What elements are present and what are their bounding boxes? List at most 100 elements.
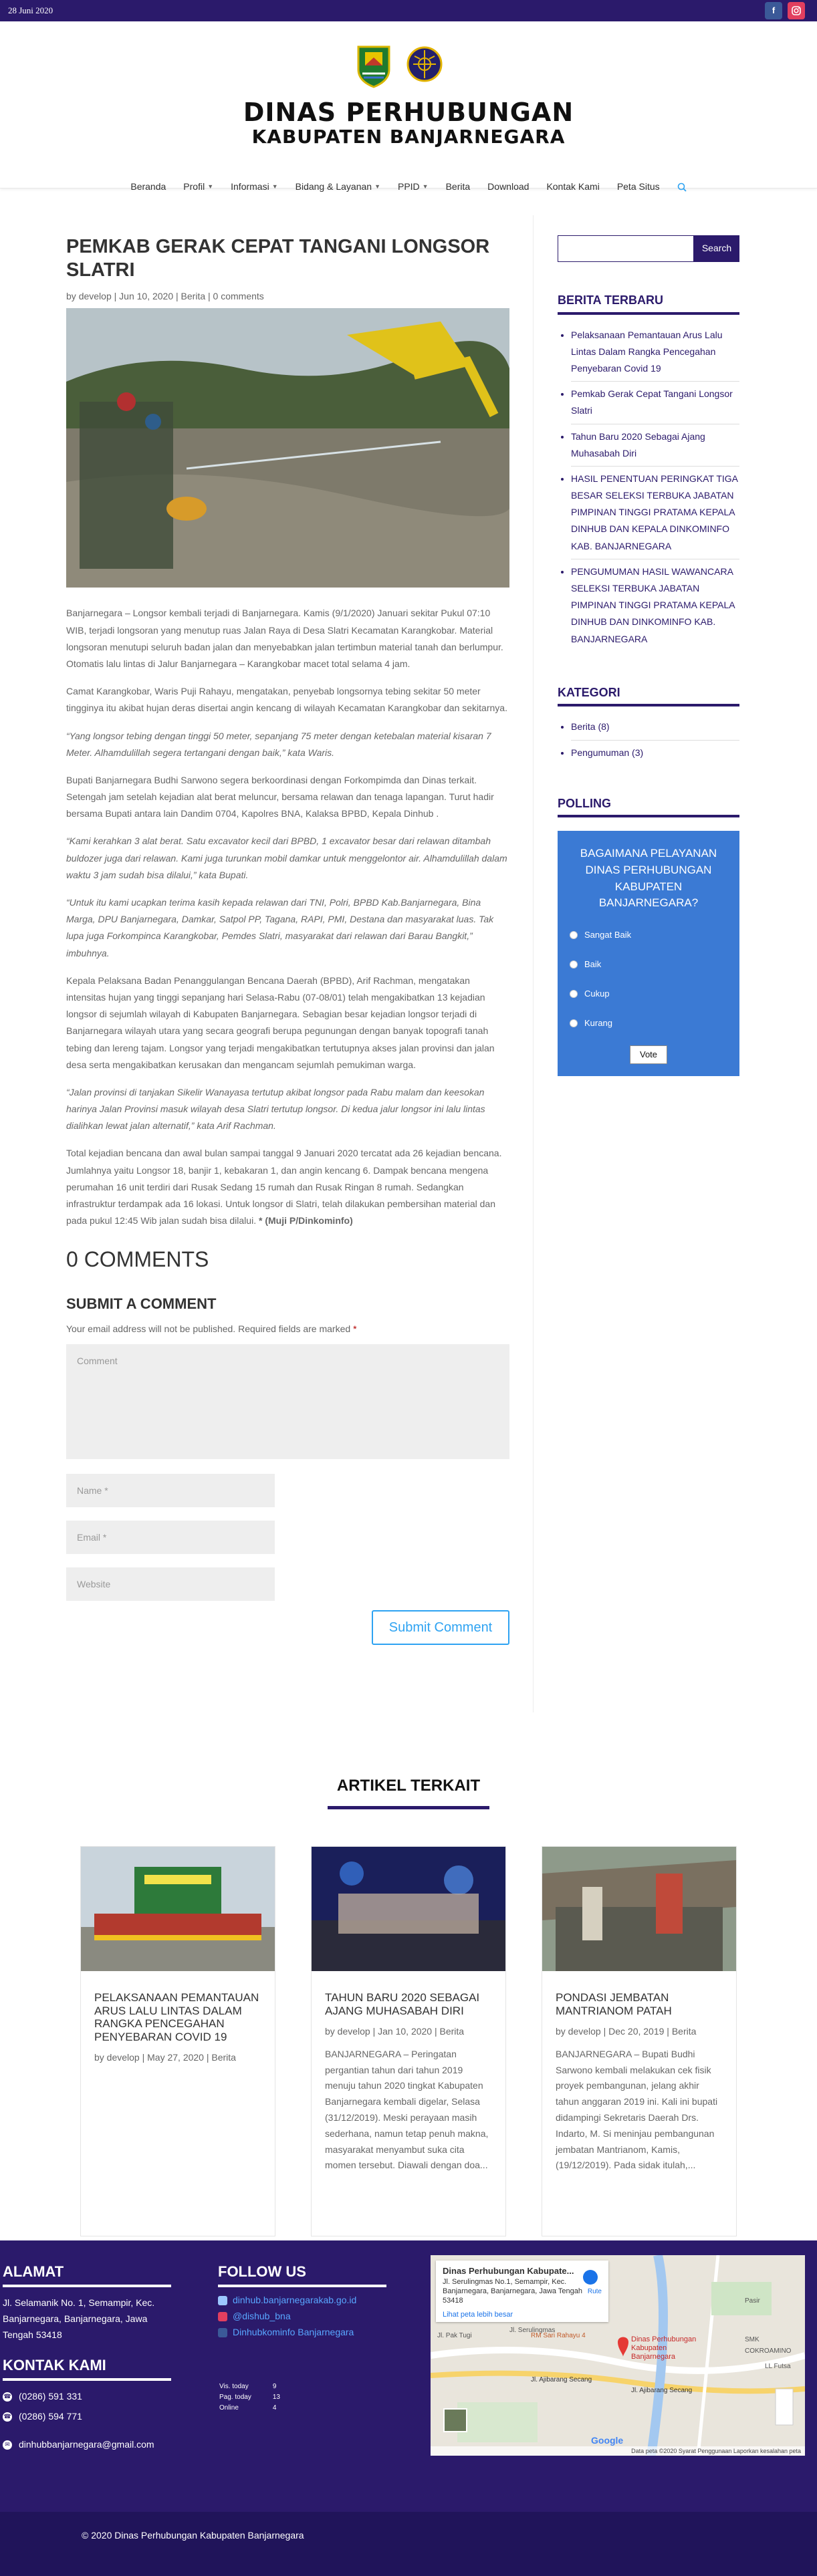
related-card[interactable]: PONDASI JEMBATAN MANTRIANOM PATAH by dev… [542, 1846, 737, 2236]
follow-heading: FOLLOW US [218, 2263, 306, 2280]
map-place-label: LL Futsa [765, 2363, 791, 2370]
post-quote: “Kami kerahkan 3 alat berat. Satu excava… [66, 835, 507, 880]
related-card-title[interactable]: TAHUN BARU 2020 SEBAGAI AJANG MUHASABAH … [325, 1991, 492, 2017]
category-list: Berita (8) Pengumuman (3) [558, 719, 739, 765]
submit-comment-button[interactable]: Submit Comment [372, 1609, 509, 1645]
map-larger-link[interactable]: Lihat peta lebih besar [443, 2310, 602, 2319]
category-heading: KATEGORI [558, 682, 739, 707]
related-card-title[interactable]: PONDASI JEMBATAN MANTRIANOM PATAH [556, 1991, 723, 2017]
related-card-excerpt: BANJARNEGARA – Bupati Budhi Sarwono kemb… [556, 2048, 718, 2171]
sidebar-search-input[interactable] [558, 235, 694, 262]
radio-icon[interactable] [570, 1019, 578, 1028]
post-paragraph: Camat Karangkobar, Waris Puji Rahayu, me… [66, 686, 507, 714]
poll-option-sangat-baik[interactable]: Sangat Baik [570, 928, 727, 942]
post-paragraph: Kepala Pelaksana Badan Penanggulangan Be… [66, 975, 495, 1070]
post-date: Jun 10, 2020 [119, 290, 174, 301]
related-card-meta: by develop | Dec 20, 2019 | Berita [556, 2026, 697, 2037]
address-heading: ALAMAT [3, 2263, 64, 2280]
globe-icon [218, 2295, 227, 2305]
related-card-excerpt: BANJARNEGARA – Peringatan pergantian tah… [325, 2048, 489, 2171]
category-item[interactable]: Pengumuman (3) [571, 745, 739, 765]
map-info-card: Dinas Perhubungan Kabupate... Jl. Seruli… [436, 2261, 608, 2322]
recent-post-item[interactable]: HASIL PENENTUAN PERINGKAT TIGA BESAR SEL… [571, 471, 739, 559]
radio-icon[interactable] [570, 960, 578, 969]
post-quote: “Yang longsor tebing dengan tinggi 50 me… [66, 730, 491, 758]
main-area: PEMKAB GERAK CEPAT TANGANI LONGSOR SLATR… [0, 188, 817, 1739]
social-links: f [765, 2, 805, 19]
sidebar-search-button[interactable]: Search [694, 235, 739, 262]
map-pin-label: Dinas Perhubungan Kabupaten Banjarnegara [631, 2335, 697, 2361]
site-header: DINAS PERHUBUNGAN KABUPATEN BANJARNEGARA… [0, 21, 817, 192]
site-title-line2: KABUPATEN BANJARNEGARA [251, 126, 566, 148]
post-title: PEMKAB GERAK CEPAT TANGANI LONGSOR SLATR… [66, 236, 490, 281]
category-item[interactable]: Berita (8) [571, 719, 739, 741]
poll-option-kurang[interactable]: Kurang [570, 1016, 727, 1031]
post-author-link[interactable]: develop [79, 291, 112, 301]
copyright-text: © 2020 Dinas Perhubungan Kabupaten Banja… [82, 2530, 304, 2541]
map-attribution: Data peta ©2020 Syarat Penggunaan Lapork… [431, 2446, 805, 2456]
related-heading-underline [328, 1806, 489, 1809]
site-title[interactable]: DINAS PERHUBUNGAN KABUPATEN BANJARNEGARA [0, 100, 817, 146]
contact-underline [3, 2378, 171, 2381]
mail-icon: ✉ [3, 2440, 12, 2450]
phone-row: ☎ (0286) 594 771 [3, 2411, 82, 2422]
vote-button[interactable]: Vote [630, 1045, 667, 1065]
post-paragraph: Bupati Banjarnegara Budhi Sarwono segera… [66, 774, 494, 819]
post-featured-image [66, 308, 509, 588]
post-body: Banjarnegara – Longsor kembali terjadi d… [66, 605, 509, 1229]
email-field[interactable]: Email * [66, 1520, 275, 1554]
website-field[interactable]: Website [66, 1567, 275, 1601]
recent-post-item[interactable]: PENGUMUMAN HASIL WAWANCARA SELEKSI TERBU… [571, 563, 739, 652]
sidebar-search: Search [558, 235, 739, 262]
location-map[interactable]: Dinas Perhubungan Kabupate... Jl. Seruli… [431, 2255, 805, 2456]
poll-question: BAGAIMANA PELAYANAN DINAS PERHUBUNGAN KA… [580, 847, 717, 910]
post-comments-link[interactable]: 0 comments [213, 291, 264, 301]
facebook-icon [218, 2327, 227, 2337]
phone-row: ☎ (0286) 591 331 [3, 2391, 82, 2402]
header-logos[interactable] [356, 44, 443, 88]
comments-heading: 0 COMMENTS [66, 1247, 209, 1272]
recent-post-item[interactable]: Tahun Baru 2020 Sebagai Ajang Muhasabah … [571, 428, 739, 467]
recent-post-item[interactable]: Pemkab Gerak Cepat Tangani Longsor Slatr… [571, 386, 739, 424]
poll-widget: BAGAIMANA PELAYANAN DINAS PERHUBUNGAN KA… [558, 831, 739, 1077]
related-card[interactable]: PELAKSANAAN PEMANTAUAN ARUS LALU LINTAS … [80, 1846, 275, 2236]
related-card-image[interactable] [81, 1847, 275, 1971]
related-card-image[interactable] [312, 1847, 505, 1971]
post-meta: by develop | Jun 10, 2020 | Berita | 0 c… [66, 290, 264, 301]
instagram-icon[interactable] [788, 2, 805, 19]
follow-link-instagram[interactable]: @dishub_bna [218, 2309, 291, 2325]
poll-heading: POLLING [558, 793, 739, 818]
phone-icon: ☎ [3, 2412, 12, 2422]
comment-note: Your email address will not be published… [66, 1323, 357, 1335]
map-road-label: Jl. Pak Tugi [437, 2332, 472, 2339]
related-card[interactable]: TAHUN BARU 2020 SEBAGAI AJANG MUHASABAH … [311, 1846, 506, 2236]
post-category-link[interactable]: Berita [181, 291, 206, 301]
follow-link-facebook[interactable]: Dinhubkominfo Banjarnegara [218, 2325, 354, 2341]
poll-option-baik[interactable]: Baik [570, 957, 727, 972]
poll-option-cukup[interactable]: Cukup [570, 987, 727, 1001]
address-text: Jl. Selamanik No. 1, Semampir, Kec. Banj… [3, 2297, 155, 2340]
recent-post-item[interactable]: Pelaksanaan Pemantauan Arus Lalu Lintas … [571, 327, 739, 382]
submit-comment-heading: SUBMIT A COMMENT [66, 1295, 217, 1312]
post-article: PEMKAB GERAK CEPAT TANGANI LONGSOR SLATR… [66, 235, 509, 1645]
facebook-icon[interactable]: f [765, 2, 782, 19]
email-row[interactable]: ✉ dinhubbanjarnegara@gmail.com [3, 2437, 154, 2453]
related-card-image[interactable] [542, 1847, 736, 1971]
directions-icon[interactable] [583, 2270, 598, 2285]
top-bar: 28 Juni 2020 f [0, 0, 817, 21]
map-place-label: Pasir [745, 2297, 760, 2305]
phone-icon: ☎ [3, 2392, 12, 2402]
follow-link-website[interactable]: dinhub.banjarnegarakab.go.id [218, 2293, 356, 2309]
post-paragraph: Total kejadian bencana dan awal bulan sa… [66, 1148, 502, 1227]
dishub-logo [406, 46, 443, 82]
copyright-bar: © 2020 Dinas Perhubungan Kabupaten Banja… [0, 2512, 817, 2576]
name-field[interactable]: Name * [66, 1473, 275, 1507]
related-card-title[interactable]: PELAKSANAAN PEMANTAUAN ARUS LALU LINTAS … [94, 1991, 261, 2043]
map-place-address: Jl. Serulingmas No.1, Semampir, Kec. Ban… [443, 2277, 582, 2305]
comment-textarea[interactable]: Comment [66, 1343, 509, 1459]
map-route-label[interactable]: Rute [588, 2287, 602, 2296]
radio-icon[interactable] [570, 990, 578, 999]
radio-icon[interactable] [570, 930, 578, 939]
address-underline [3, 2285, 171, 2287]
map-place-label: SMK COKROAMINO [745, 2336, 792, 2355]
